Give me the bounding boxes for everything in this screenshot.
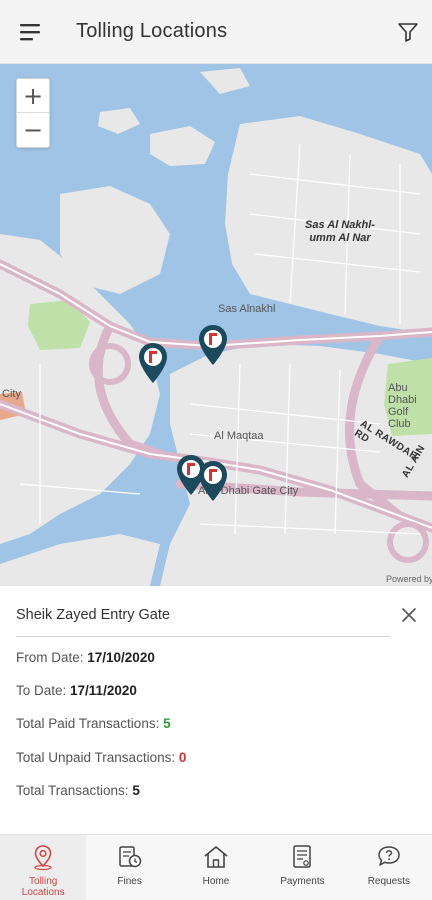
map-label-area: Sas Al Nakhl-umm Al Nar bbox=[305, 219, 375, 244]
nav-payments[interactable]: Payments bbox=[259, 835, 345, 900]
nav-label: Requests bbox=[367, 876, 410, 887]
paid-transactions-label: Total Paid Transactions: bbox=[16, 716, 164, 731]
zoom-control: + − bbox=[16, 78, 50, 148]
nav-label: Payments bbox=[280, 876, 325, 887]
bottom-navigation: Tolling Locations Fines Home Payments Re… bbox=[0, 834, 432, 900]
nav-label: Fines bbox=[117, 876, 142, 887]
total-transactions-row: Total Transactions: 5 bbox=[16, 783, 140, 798]
unpaid-transactions-label: Total Unpaid Transactions: bbox=[16, 750, 179, 765]
location-pin-icon bbox=[34, 845, 52, 871]
to-date-row: To Date: 17/11/2020 bbox=[16, 683, 137, 698]
zoom-out-button[interactable]: − bbox=[17, 113, 49, 147]
from-date-label: From Date: bbox=[16, 650, 88, 665]
toll-location-pin-icon[interactable] bbox=[198, 324, 228, 366]
menu-button[interactable] bbox=[0, 0, 62, 64]
unpaid-transactions-value: 0 bbox=[178, 750, 187, 765]
hamburger-menu-icon bbox=[20, 23, 40, 40]
tolling-map[interactable]: Powered by Esri + − Sas Al Nakhl-umm Al … bbox=[0, 64, 432, 586]
map-label-area: City bbox=[2, 388, 21, 400]
toll-location-pin-icon[interactable] bbox=[138, 342, 168, 384]
zoom-in-button[interactable]: + bbox=[17, 79, 49, 113]
toll-info-panel: Sheik Zayed Entry Gate From Date: 17/10/… bbox=[0, 586, 432, 834]
nav-requests[interactable]: Requests bbox=[346, 835, 432, 900]
paid-transactions-value: 5 bbox=[163, 716, 171, 731]
unpaid-transactions-row: Total Unpaid Transactions: 0 bbox=[16, 750, 186, 765]
divider bbox=[16, 636, 390, 637]
nav-home[interactable]: Home bbox=[173, 835, 259, 900]
nav-fines[interactable]: Fines bbox=[86, 835, 172, 900]
nav-tolling-locations[interactable]: Tolling Locations bbox=[0, 835, 87, 900]
close-icon[interactable] bbox=[398, 604, 420, 626]
total-transactions-label: Total Transactions: bbox=[16, 783, 133, 798]
nav-label: Home bbox=[202, 876, 230, 887]
filter-funnel-icon[interactable] bbox=[396, 20, 420, 44]
svg-text:Powered by Esri: Powered by Esri bbox=[386, 574, 432, 584]
toll-location-pin-icon[interactable] bbox=[198, 460, 228, 502]
map-label-area: Al Maqtaa bbox=[214, 430, 264, 442]
from-date-value: 17/10/2020 bbox=[87, 650, 155, 665]
toll-gate-name: Sheik Zayed Entry Gate bbox=[16, 607, 170, 623]
fines-icon bbox=[118, 846, 141, 868]
home-icon bbox=[204, 846, 228, 868]
map-label-area: Sas Alnakhl bbox=[218, 303, 276, 315]
nav-label: Tolling Locations bbox=[21, 876, 65, 898]
app-header: Tolling Locations bbox=[0, 0, 432, 64]
total-transactions-value: 5 bbox=[132, 783, 140, 798]
from-date-row: From Date: 17/10/2020 bbox=[16, 650, 155, 665]
page-title: Tolling Locations bbox=[76, 20, 228, 42]
map-label-area: Abu Dhabi Golf Club bbox=[388, 382, 417, 430]
to-date-label: To Date: bbox=[16, 683, 71, 698]
to-date-value: 17/11/2020 bbox=[70, 683, 137, 698]
requests-icon bbox=[378, 846, 400, 866]
payments-icon bbox=[293, 845, 312, 868]
paid-transactions-row: Total Paid Transactions: 5 bbox=[16, 716, 171, 731]
